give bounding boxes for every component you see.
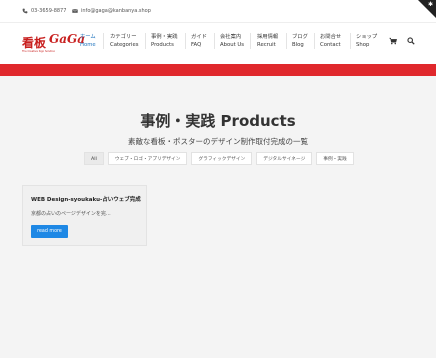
portfolio-filters: All ウェブ・ロゴ・アプリデザイン グラフィックデザイン デジタルサイネージ … — [84, 152, 354, 165]
nav-item-contact[interactable]: お問合せ Contact — [320, 33, 341, 49]
nav-item-shop[interactable]: ショップ Shop — [356, 33, 377, 49]
nav-item-blog[interactable]: ブログ Blog — [292, 33, 308, 49]
nav-item-about[interactable]: 会社案内 About Us — [220, 33, 244, 49]
nav-label-ja: ホーム — [80, 34, 96, 40]
page-subtitle: 素敵な看板・ポスターのデザイン制作取付完成の一覧 — [128, 137, 308, 146]
search-icon[interactable] — [407, 37, 415, 45]
logo-kanji: 看板 — [22, 36, 47, 50]
envelope-icon — [72, 9, 78, 13]
nav-label-en: Blog — [292, 42, 304, 48]
phone-contact[interactable]: 03-3659-8877 — [22, 8, 66, 14]
nav-divider — [103, 33, 104, 49]
nav-label-ja: 会社案内 — [220, 34, 242, 40]
nav-label-en: Home — [80, 42, 96, 48]
email-address: info@gaga@kanbanya.shop — [81, 8, 151, 14]
nav-item-home[interactable]: ホーム Home — [80, 33, 96, 49]
nav-item-faq[interactable]: ガイド FAQ — [191, 33, 207, 49]
nav-label-ja: 採用情報 — [257, 34, 279, 40]
logo-tagline: The Creative Sign Solution — [22, 50, 56, 53]
filter-graphic[interactable]: グラフィックデザイン — [191, 152, 253, 165]
phone-number: 03-3659-8877 — [31, 8, 67, 14]
nav-label-en: Recruit — [257, 42, 276, 48]
nav-divider — [214, 33, 215, 49]
nav-label-ja: ガイド — [191, 34, 207, 40]
phone-icon — [22, 8, 28, 14]
filter-products[interactable]: 事例・実践 — [316, 152, 354, 165]
nav-divider — [145, 33, 146, 49]
email-contact[interactable]: info@gaga@kanbanya.shop — [72, 8, 151, 14]
nav-divider — [314, 33, 315, 49]
top-info-bar: 03-3659-8877 info@gaga@kanbanya.shop ✱ — [0, 0, 436, 22]
filter-digital-signage[interactable]: デジタルサイネージ — [256, 152, 313, 165]
card-excerpt: 京都の占いのページデザインを完... — [31, 211, 111, 217]
nav-divider — [250, 33, 251, 49]
nav-label-ja: ブログ — [292, 34, 308, 40]
card-title[interactable]: WEB Design-syoukaku-占いウェブ完成 — [31, 195, 141, 203]
filter-all[interactable]: All — [84, 152, 104, 165]
nav-item-products[interactable]: 事例・実践 Products — [151, 33, 178, 49]
nav-divider — [350, 33, 351, 49]
nav-label-en: About Us — [220, 42, 244, 48]
nav-label-en: Categories — [110, 42, 139, 48]
portfolio-card: WEB Design-syoukaku-占いウェブ完成 京都の占いのページデザイ… — [22, 185, 147, 246]
header-banner — [0, 64, 436, 76]
nav-label-ja: カテゴリー — [110, 34, 137, 40]
nav-label-ja: ショップ — [356, 34, 378, 40]
nav-label-ja: 事例・実践 — [151, 34, 178, 40]
nav-item-recruit[interactable]: 採用情報 Recruit — [257, 33, 278, 49]
nav-divider — [286, 33, 287, 49]
read-more-button[interactable]: read more — [31, 225, 68, 238]
nav-label-ja: お問合せ — [320, 34, 342, 40]
nav-item-categories[interactable]: カテゴリー Categories — [110, 33, 139, 49]
cart-icon[interactable] — [389, 37, 397, 45]
nav-label-en: Contact — [320, 42, 341, 48]
site-logo[interactable]: 看板 GaGa The Creative Sign Solution — [22, 32, 85, 56]
main-navigation: 看板 GaGa The Creative Sign Solution ホーム H… — [0, 22, 436, 64]
star-icon: ✱ — [427, 1, 433, 8]
page-title: 事例・実践 Products — [140, 112, 296, 130]
nav-label-en: Products — [151, 42, 174, 48]
nav-label-en: FAQ — [191, 42, 202, 48]
filter-web-logo-app[interactable]: ウェブ・ロゴ・アプリデザイン — [107, 152, 188, 165]
nav-label-en: Shop — [356, 42, 370, 48]
nav-divider — [185, 33, 186, 49]
